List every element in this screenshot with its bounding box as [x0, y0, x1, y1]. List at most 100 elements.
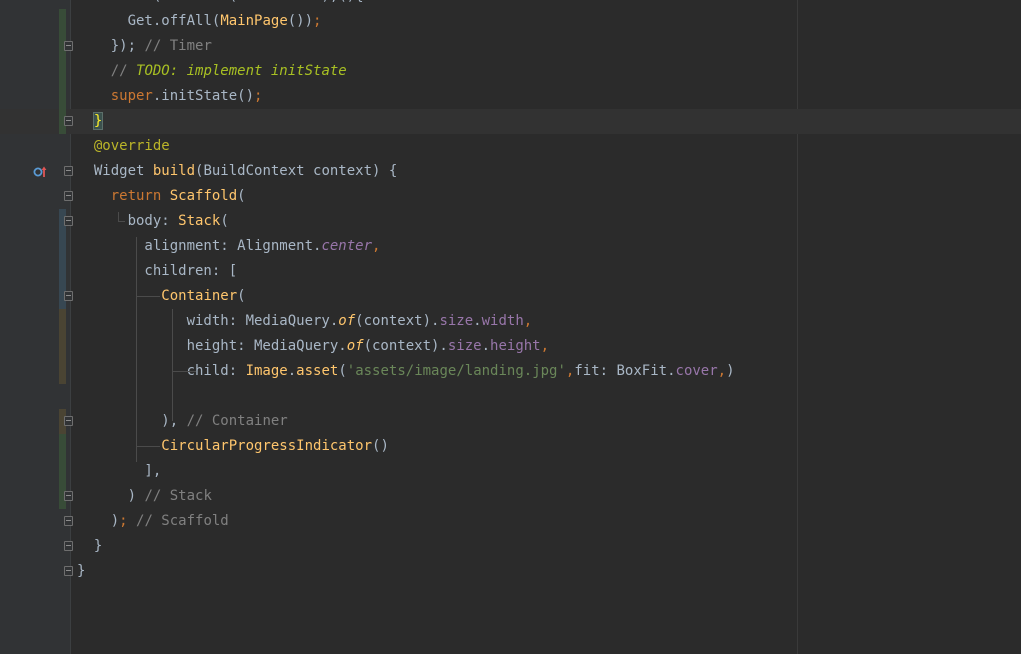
fold-toggle-icon[interactable]: [64, 291, 73, 301]
vcs-change-marker[interactable]: [59, 459, 66, 484]
fold-toggle-icon[interactable]: [64, 541, 73, 551]
code-token: ,: [717, 363, 727, 379]
code-token: fit: BoxFit.: [574, 363, 676, 379]
code-line[interactable]: ) // Stack: [0, 484, 1021, 509]
code-text[interactable]: Container(: [77, 284, 245, 309]
code-token: Get.: [77, 13, 162, 29]
code-token: super: [110, 88, 153, 104]
code-token: children: [: [77, 263, 238, 279]
code-line[interactable]: alignment: Alignment.center,: [0, 234, 1021, 259]
code-line[interactable]: @override: [0, 134, 1021, 159]
code-line[interactable]: // TODO: implement initState: [0, 59, 1021, 84]
fold-toggle-icon[interactable]: [64, 41, 73, 51]
code-text[interactable]: width: MediaQuery.of(context).size.width…: [77, 309, 533, 334]
code-text[interactable]: }: [77, 559, 85, 584]
code-text[interactable]: children: [: [77, 259, 237, 284]
code-token: Container: [161, 288, 238, 304]
code-token: ): [726, 363, 735, 379]
code-text[interactable]: Timer(Duration(seconds: 3),(){: [77, 0, 364, 9]
fold-toggle-icon[interactable]: [64, 566, 73, 576]
vcs-change-marker[interactable]: [59, 59, 66, 84]
code-token: cover: [675, 363, 718, 379]
vcs-change-marker[interactable]: [59, 84, 66, 109]
code-token: height: MediaQuery.: [77, 338, 347, 354]
code-token: ): [77, 513, 120, 529]
code-text[interactable]: // TODO: implement initState: [77, 59, 347, 84]
fold-toggle-icon[interactable]: [64, 516, 73, 526]
code-token: alignment: Alignment.: [77, 238, 322, 254]
vcs-change-marker[interactable]: [59, 309, 66, 334]
code-line[interactable]: width: MediaQuery.of(context).size.width…: [0, 309, 1021, 334]
code-token: (context).: [363, 338, 448, 354]
code-token: width: MediaQuery.: [77, 313, 339, 329]
vcs-change-marker[interactable]: [59, 9, 66, 34]
code-token: (: [237, 188, 246, 204]
code-line[interactable]: height: MediaQuery.of(context).size.heig…: [0, 334, 1021, 359]
widget-tree-guide: [118, 212, 119, 221]
code-line[interactable]: Get.offAll(MainPage());: [0, 9, 1021, 34]
code-text[interactable]: body: Stack(: [77, 209, 229, 234]
code-text[interactable]: Get.offAll(MainPage());: [77, 9, 322, 34]
code-text[interactable]: return Scaffold(: [77, 184, 246, 209]
vcs-change-marker[interactable]: [59, 359, 66, 384]
vcs-change-marker[interactable]: [59, 334, 66, 359]
code-token: size: [439, 313, 474, 329]
code-line[interactable]: return Scaffold(: [0, 184, 1021, 209]
code-line[interactable]: }: [0, 534, 1021, 559]
widget-tree-branch: [136, 296, 160, 297]
code-line[interactable]: super.initState();: [0, 84, 1021, 109]
code-token: //: [110, 63, 137, 79]
code-line[interactable]: ); // Scaffold: [0, 509, 1021, 534]
code-token: .: [287, 363, 297, 379]
fold-toggle-icon[interactable]: [64, 191, 73, 201]
code-line[interactable]: children: [: [0, 259, 1021, 284]
code-text[interactable]: @override: [77, 134, 170, 159]
code-token: ,: [372, 238, 381, 254]
fold-toggle-icon[interactable]: [64, 216, 73, 226]
code-text[interactable]: super.initState();: [77, 84, 263, 109]
widget-tree-guide: [172, 309, 173, 421]
code-token: return: [110, 188, 170, 204]
code-token: of: [346, 338, 364, 354]
code-text[interactable]: CircularProgressIndicator(): [77, 434, 389, 459]
code-text[interactable]: }); // Timer: [77, 34, 212, 59]
vcs-change-marker[interactable]: [59, 259, 66, 284]
code-text[interactable]: ); // Scaffold: [77, 509, 229, 534]
vcs-change-marker[interactable]: [59, 434, 66, 459]
fold-toggle-icon[interactable]: [64, 166, 73, 176]
code-line[interactable]: child: Image.asset('assets/image/landing…: [0, 359, 1021, 384]
code-text[interactable]: ), // Container: [77, 409, 288, 434]
fold-toggle-icon[interactable]: [64, 116, 73, 126]
code-token: // Stack: [136, 488, 212, 504]
code-text[interactable]: height: MediaQuery.of(context).size.heig…: [77, 334, 549, 359]
fold-toggle-icon[interactable]: [64, 491, 73, 501]
code-text[interactable]: }: [77, 109, 104, 134]
code-token: offAll: [161, 13, 212, 29]
fold-toggle-icon[interactable]: [64, 416, 73, 426]
code-text[interactable]: ) // Stack: [77, 484, 212, 509]
override-method-icon[interactable]: [33, 165, 47, 178]
code-line[interactable]: ), // Container: [0, 409, 1021, 434]
code-token: }: [77, 563, 86, 579]
code-line[interactable]: }: [0, 559, 1021, 584]
code-line[interactable]: [0, 384, 1021, 409]
code-text[interactable]: }: [77, 534, 102, 559]
code-text[interactable]: alignment: Alignment.center,: [77, 234, 380, 259]
code-line[interactable]: }); // Timer: [0, 34, 1021, 59]
code-text[interactable]: Widget build(BuildContext context) {: [77, 159, 397, 184]
code-line[interactable]: body: Stack(: [0, 209, 1021, 234]
code-token: asset: [296, 363, 339, 379]
code-line[interactable]: Timer(Duration(seconds: 3),(){: [0, 0, 1021, 9]
code-editor[interactable]: Timer(Duration(seconds: 3),(){ Get.offAl…: [0, 0, 1021, 609]
code-line[interactable]: }: [0, 109, 1021, 134]
code-token: ),: [77, 413, 179, 429]
vcs-change-marker[interactable]: [59, 234, 66, 259]
code-token: // Container: [178, 413, 288, 429]
code-text[interactable]: ],: [77, 459, 161, 484]
code-line[interactable]: Widget build(BuildContext context) {: [0, 159, 1021, 184]
code-line[interactable]: [0, 584, 1021, 609]
code-token: .initState(): [152, 88, 255, 104]
code-line[interactable]: ],: [0, 459, 1021, 484]
